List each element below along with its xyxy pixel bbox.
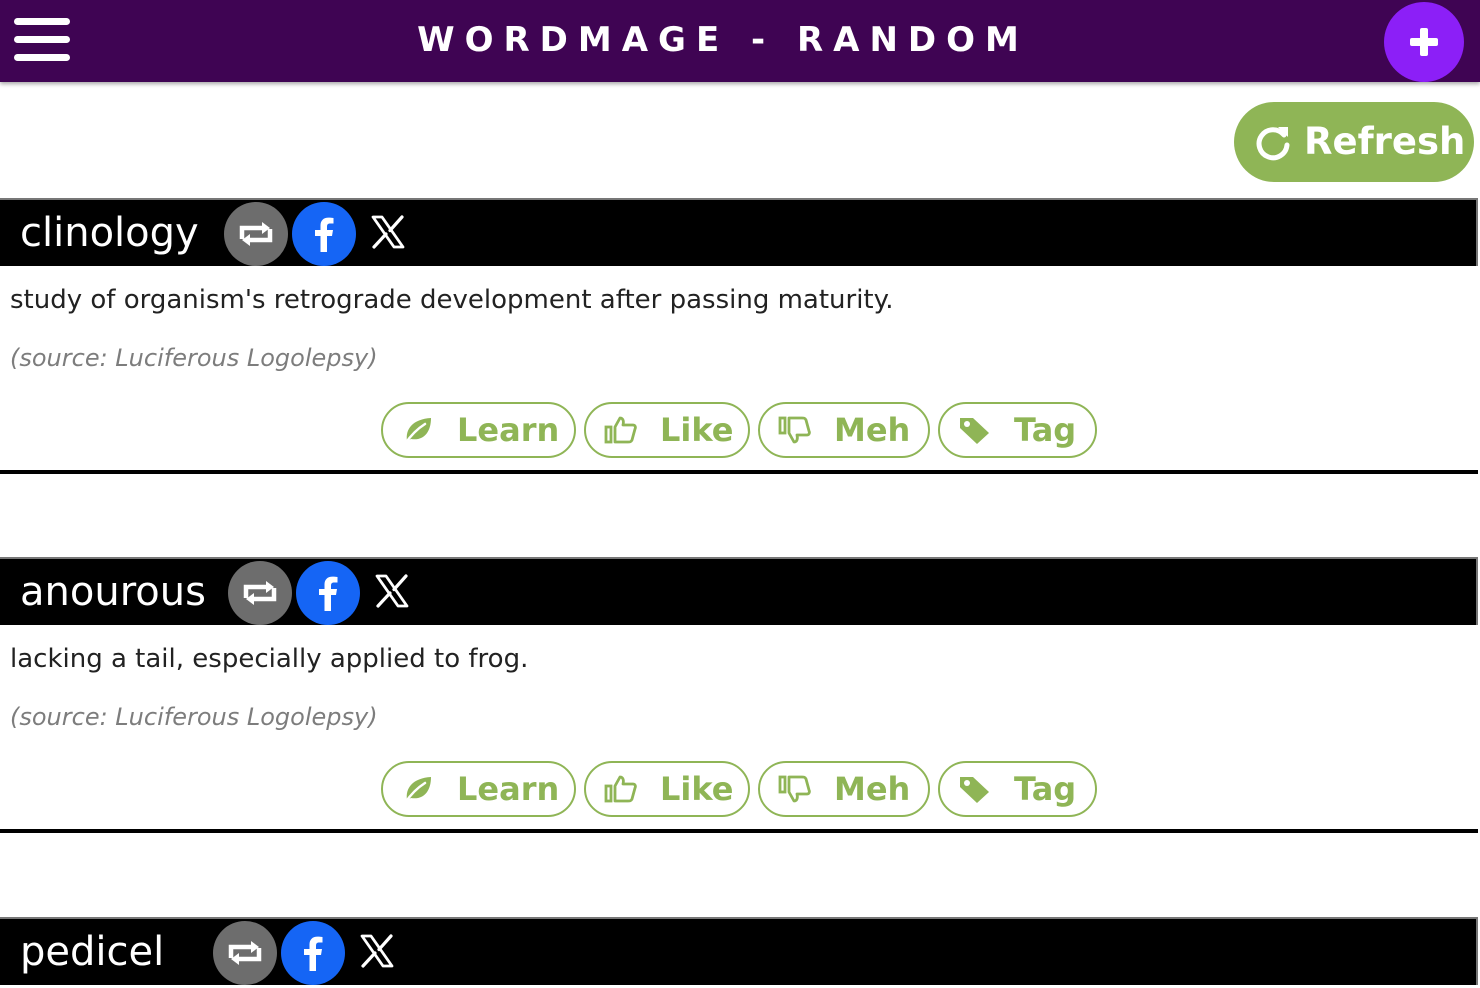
- word-header: clinology: [0, 198, 1478, 266]
- word-card: anourous lacking a tail, especially appl…: [0, 557, 1478, 835]
- like-label: Like: [660, 770, 734, 808]
- card-divider: [0, 829, 1478, 833]
- top-bar: WORDMAGE - RANDOM: [0, 0, 1480, 82]
- word-definition: study of organism's retrograde developme…: [10, 285, 894, 315]
- meh-button[interactable]: Meh: [758, 761, 930, 817]
- repost-icon: [243, 581, 277, 605]
- repost-button[interactable]: [224, 202, 288, 266]
- card-divider: [0, 470, 1478, 474]
- thumbs-down-icon: [778, 416, 811, 444]
- word-header: anourous: [0, 557, 1478, 625]
- like-button[interactable]: Like: [584, 402, 750, 458]
- repost-icon: [228, 941, 262, 965]
- thumbs-up-icon: [604, 416, 637, 444]
- refresh-icon: [1256, 127, 1290, 161]
- tag-button[interactable]: Tag: [938, 761, 1097, 817]
- word-source: (source: Luciferous Logolepsy): [10, 344, 378, 372]
- thumbs-up-icon: [604, 775, 637, 803]
- add-button[interactable]: [1384, 2, 1464, 82]
- meh-label: Meh: [834, 411, 911, 449]
- word-title: anourous: [20, 569, 206, 615]
- page-title: WORDMAGE - RANDOM: [417, 20, 1029, 60]
- like-button[interactable]: Like: [584, 761, 750, 817]
- word-card: pedicel: [0, 917, 1478, 988]
- tag-label: Tag: [1014, 770, 1077, 808]
- refresh-label: Refresh: [1304, 120, 1466, 163]
- x-icon: [371, 215, 405, 249]
- word-definition: lacking a tail, especially applied to fr…: [10, 644, 529, 674]
- tag-button[interactable]: Tag: [938, 402, 1097, 458]
- repost-icon: [239, 222, 273, 246]
- word-card: clinology study of organism's retrograde…: [0, 198, 1478, 476]
- learn-label: Learn: [457, 770, 560, 808]
- x-share-button[interactable]: [374, 573, 410, 609]
- word-title: pedicel: [20, 929, 165, 975]
- x-share-button[interactable]: [370, 214, 406, 250]
- word-source: (source: Luciferous Logolepsy): [10, 703, 378, 731]
- learn-label: Learn: [457, 411, 560, 449]
- repost-button[interactable]: [213, 921, 277, 985]
- tag-label: Tag: [1014, 411, 1077, 449]
- facebook-share-button[interactable]: [296, 561, 360, 625]
- like-label: Like: [660, 411, 734, 449]
- x-icon: [360, 934, 394, 968]
- x-share-button[interactable]: [359, 933, 395, 969]
- facebook-share-button[interactable]: [281, 921, 345, 985]
- word-header: pedicel: [0, 917, 1478, 985]
- word-title: clinology: [20, 210, 199, 256]
- meh-button[interactable]: Meh: [758, 402, 930, 458]
- x-icon: [375, 574, 409, 608]
- tag-icon: [960, 418, 989, 444]
- learn-button[interactable]: Learn: [381, 761, 576, 817]
- facebook-icon: [319, 576, 338, 611]
- thumbs-down-icon: [778, 775, 811, 803]
- facebook-share-button[interactable]: [292, 202, 356, 266]
- meh-label: Meh: [834, 770, 911, 808]
- plus-icon: [1410, 28, 1438, 56]
- learn-button[interactable]: Learn: [381, 402, 576, 458]
- tag-icon: [960, 777, 989, 803]
- leaf-icon: [403, 777, 431, 804]
- repost-button[interactable]: [228, 561, 292, 625]
- facebook-icon: [315, 217, 334, 252]
- facebook-icon: [304, 936, 323, 971]
- refresh-button[interactable]: Refresh: [1234, 102, 1474, 182]
- leaf-icon: [403, 418, 431, 445]
